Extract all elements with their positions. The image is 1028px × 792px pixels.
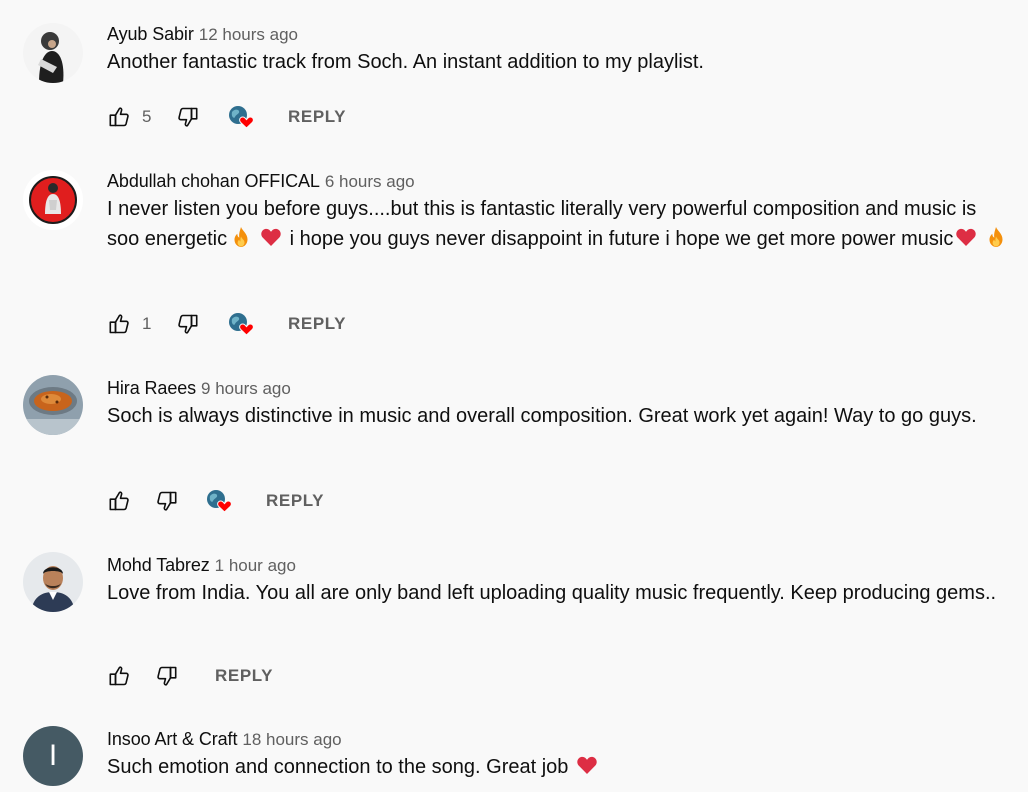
comment-text-part: Such emotion and connection to the song.… bbox=[107, 756, 569, 778]
avatar-letter: I bbox=[48, 739, 58, 772]
reply-button[interactable]: REPLY bbox=[266, 491, 324, 511]
comment-actions: REPLY bbox=[107, 664, 273, 688]
dislike-icon[interactable] bbox=[176, 312, 200, 336]
comment-header: Ayub Sabir 12 hours ago bbox=[107, 23, 298, 47]
comment-header: Hira Raees 9 hours ago bbox=[107, 377, 291, 401]
avatar[interactable]: I bbox=[23, 726, 83, 786]
comment-actions: REPLY bbox=[107, 489, 324, 513]
avatar[interactable] bbox=[23, 375, 83, 435]
fire-icon bbox=[985, 226, 1007, 248]
comment-timestamp[interactable]: 9 hours ago bbox=[201, 379, 291, 398]
reply-button[interactable]: REPLY bbox=[215, 666, 273, 686]
comment-author[interactable]: Hira Raees bbox=[107, 378, 196, 398]
comment-text: I never listen you before guys....but th… bbox=[107, 194, 1012, 254]
comment-timestamp[interactable]: 1 hour ago bbox=[215, 556, 296, 575]
avatar[interactable] bbox=[23, 23, 83, 83]
like-icon[interactable] bbox=[107, 312, 131, 336]
dislike-icon[interactable] bbox=[155, 489, 179, 513]
avatar[interactable] bbox=[23, 170, 83, 230]
reply-button[interactable]: REPLY bbox=[288, 314, 346, 334]
comment-actions: 5 REPLY bbox=[107, 105, 346, 129]
comment-header: Insoo Art & Craft 18 hours ago bbox=[107, 728, 342, 752]
red-heart-icon bbox=[576, 754, 598, 776]
comment-text-part: i hope you guys never disappoint in futu… bbox=[284, 228, 954, 250]
comment-text: Love from India. You all are only band l… bbox=[107, 582, 997, 604]
comment-header: Abdullah chohan OFFICAL 6 hours ago bbox=[107, 170, 415, 194]
fire-icon bbox=[230, 226, 252, 248]
dislike-icon[interactable] bbox=[176, 105, 200, 129]
comment-actions: 1 REPLY bbox=[107, 312, 346, 336]
creator-heart-icon bbox=[227, 312, 253, 336]
red-heart-icon bbox=[955, 226, 977, 248]
comment-author[interactable]: Ayub Sabir bbox=[107, 24, 194, 44]
like-count: 1 bbox=[142, 314, 152, 333]
comment-author[interactable]: Mohd Tabrez bbox=[107, 555, 210, 575]
dislike-icon[interactable] bbox=[155, 664, 179, 688]
comment-text: Soch is always distinctive in music and … bbox=[107, 405, 977, 427]
comment-header: Mohd Tabrez 1 hour ago bbox=[107, 554, 296, 578]
comment-text: Such emotion and connection to the song.… bbox=[107, 752, 1012, 782]
creator-heart-icon bbox=[227, 105, 253, 129]
comment-author[interactable]: Abdullah chohan OFFICAL bbox=[107, 171, 320, 191]
comment-timestamp[interactable]: 12 hours ago bbox=[199, 25, 298, 44]
red-heart-icon bbox=[260, 226, 282, 248]
creator-heart-icon bbox=[205, 489, 231, 513]
comment-author[interactable]: Insoo Art & Craft bbox=[107, 729, 237, 749]
avatar[interactable] bbox=[23, 552, 83, 612]
comment-timestamp[interactable]: 18 hours ago bbox=[242, 730, 341, 749]
like-icon[interactable] bbox=[107, 105, 131, 129]
comment-timestamp[interactable]: 6 hours ago bbox=[325, 172, 415, 191]
like-icon[interactable] bbox=[107, 489, 131, 513]
like-count: 5 bbox=[142, 107, 152, 126]
comment-text: Another fantastic track from Soch. An in… bbox=[107, 51, 704, 73]
like-icon[interactable] bbox=[107, 664, 131, 688]
reply-button[interactable]: REPLY bbox=[288, 107, 346, 127]
comments-section: Ayub Sabir 12 hours ago Another fantastic… bbox=[0, 0, 1028, 792]
